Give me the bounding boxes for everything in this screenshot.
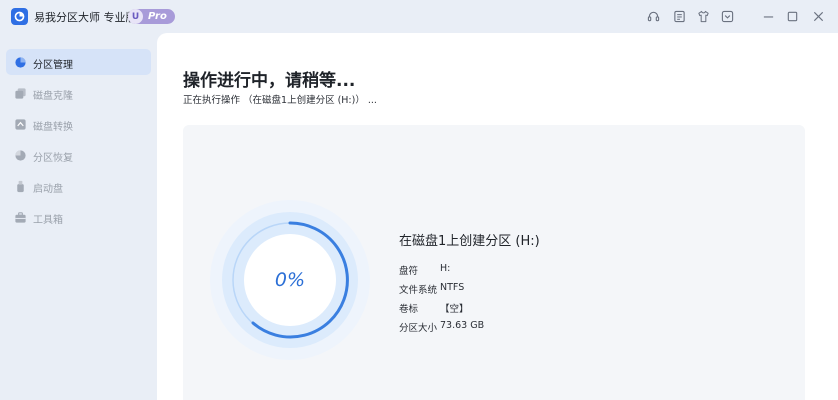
sidebar-item-partition-manager[interactable]: 分区管理	[6, 49, 151, 75]
progress-card: 0% 在磁盘1上创建分区 (H:) 盘符 H: 文件系统 NTFS 卷标 【空】…	[183, 125, 805, 400]
title-bar: 易我分区大师 专业版 U Pro	[0, 0, 838, 34]
detail-key: 文件系统	[399, 285, 438, 296]
recovery-icon	[14, 149, 27, 162]
pie-chart-icon	[14, 56, 27, 69]
boot-drive-icon	[14, 180, 27, 193]
sidebar-item-toolbox[interactable]: 工具箱	[6, 204, 151, 230]
detail-row-file-system: 文件系统 NTFS	[399, 282, 464, 296]
detail-key: 盘符	[399, 266, 419, 277]
shirt-icon[interactable]	[697, 10, 710, 23]
toolbox-icon	[14, 211, 27, 224]
detail-key: 分区大小	[399, 323, 438, 334]
pro-badge: U Pro	[128, 9, 175, 24]
maximize-icon[interactable]	[786, 10, 799, 23]
sidebar-item-label: 分区管理	[33, 60, 73, 71]
detail-row-drive-letter: 盘符 H:	[399, 263, 450, 277]
sidebar-item-disk-clone[interactable]: 磁盘克隆	[6, 80, 151, 106]
detail-value: 73.63 GB	[440, 320, 485, 331]
page-title: 操作进行中，请稍等...	[183, 71, 356, 91]
pro-badge-letter: U	[128, 9, 143, 24]
sidebar-item-label: 分区恢复	[33, 153, 73, 164]
detail-row-volume-label: 卷标 【空】	[399, 301, 469, 315]
sidebar-item-label: 磁盘转换	[33, 122, 73, 133]
disk-clone-icon	[14, 87, 27, 100]
progress-percent: 0%	[274, 269, 306, 291]
main-panel: 操作进行中，请稍等... 正在执行操作 （在磁盘1上创建分区 (H:)） ...…	[157, 33, 838, 400]
minimize-icon[interactable]	[762, 10, 775, 23]
detail-row-partition-size: 分区大小 73.63 GB	[399, 320, 484, 334]
detail-key: 卷标	[399, 304, 419, 315]
progress-ring: 0%	[210, 200, 370, 360]
detail-value: NTFS	[440, 282, 465, 293]
menu-icon[interactable]	[721, 10, 734, 23]
sidebar-item-disk-convert[interactable]: 磁盘转换	[6, 111, 151, 137]
app-logo-icon	[11, 8, 28, 25]
feedback-icon[interactable]	[673, 10, 686, 23]
pro-badge-text: Pro	[148, 11, 167, 22]
detail-value: 【空】	[440, 304, 469, 315]
task-title: 在磁盘1上创建分区 (H:)	[399, 234, 540, 249]
disk-convert-icon	[14, 118, 27, 131]
sidebar-item-partition-recovery[interactable]: 分区恢复	[6, 142, 151, 168]
sidebar-item-boot-drive[interactable]: 启动盘	[6, 173, 151, 199]
app-title: 易我分区大师 专业版	[34, 11, 137, 24]
close-icon[interactable]	[812, 10, 825, 23]
operation-status: 正在执行操作 （在磁盘1上创建分区 (H:)） ...	[183, 95, 377, 106]
sidebar-item-label: 磁盘克隆	[33, 91, 73, 102]
detail-value: H:	[440, 263, 451, 274]
headset-icon[interactable]	[647, 10, 660, 23]
sidebar-item-label: 启动盘	[33, 184, 63, 195]
sidebar-item-label: 工具箱	[33, 215, 63, 226]
